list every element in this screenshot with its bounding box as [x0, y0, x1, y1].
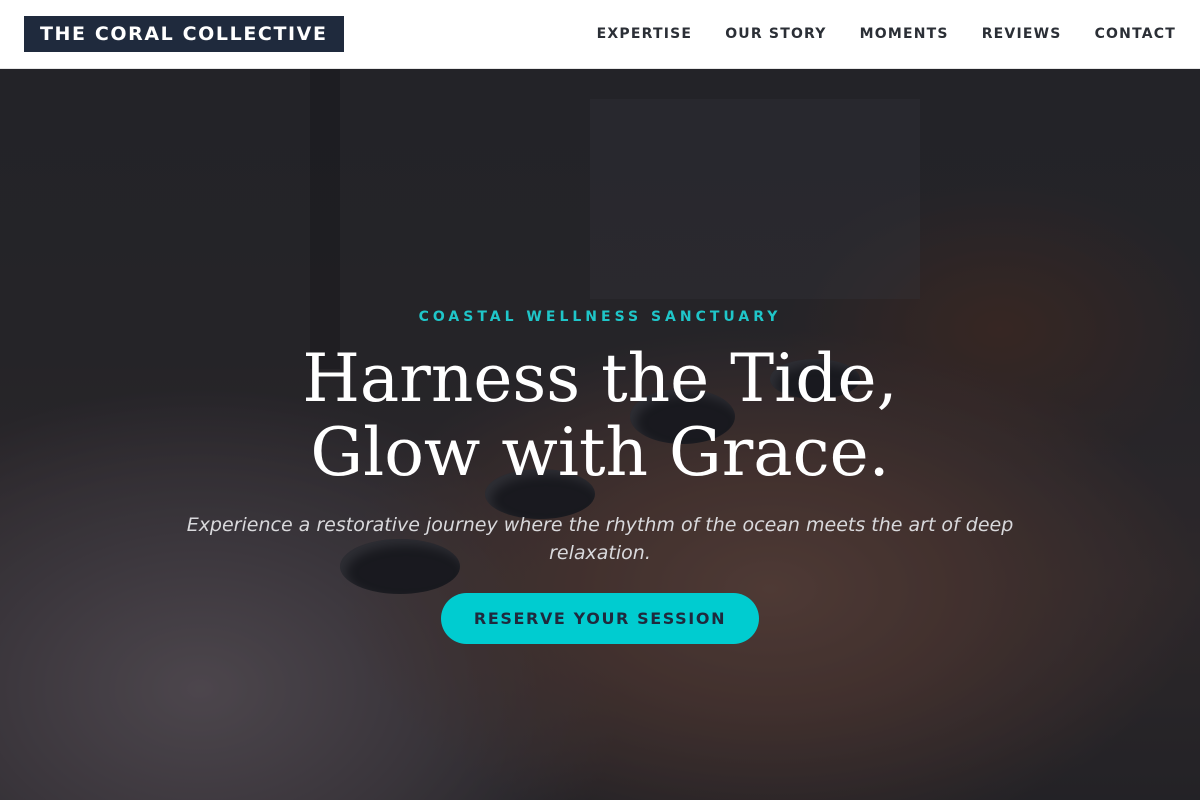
hero-headline: Harness the Tide, Glow with Grace. — [0, 342, 1200, 490]
nav-link-contact[interactable]: CONTACT — [1095, 26, 1176, 42]
nav-link-our-story[interactable]: OUR STORY — [725, 26, 826, 42]
hero-section: COASTAL WELLNESS SANCTUARY Harness the T… — [0, 69, 1200, 800]
hero-content: COASTAL WELLNESS SANCTUARY Harness the T… — [0, 69, 1200, 800]
headline-line-1: Harness the Tide, — [302, 340, 898, 417]
reserve-session-button[interactable]: RESERVE YOUR SESSION — [441, 593, 759, 644]
nav-link-expertise[interactable]: EXPERTISE — [597, 26, 693, 42]
hero-eyebrow: COASTAL WELLNESS SANCTUARY — [418, 309, 782, 325]
main-nav: EXPERTISE OUR STORY MOMENTS REVIEWS CONT… — [597, 26, 1176, 42]
top-navbar: THE CORAL COLLECTIVE EXPERTISE OUR STORY… — [0, 0, 1200, 69]
brand-logo[interactable]: THE CORAL COLLECTIVE — [24, 16, 344, 52]
nav-link-reviews[interactable]: REVIEWS — [982, 26, 1062, 42]
hero-subtitle: Experience a restorative journey where t… — [186, 514, 1014, 564]
headline-line-2: Glow with Grace. — [310, 414, 890, 491]
nav-link-moments[interactable]: MOMENTS — [860, 26, 949, 42]
